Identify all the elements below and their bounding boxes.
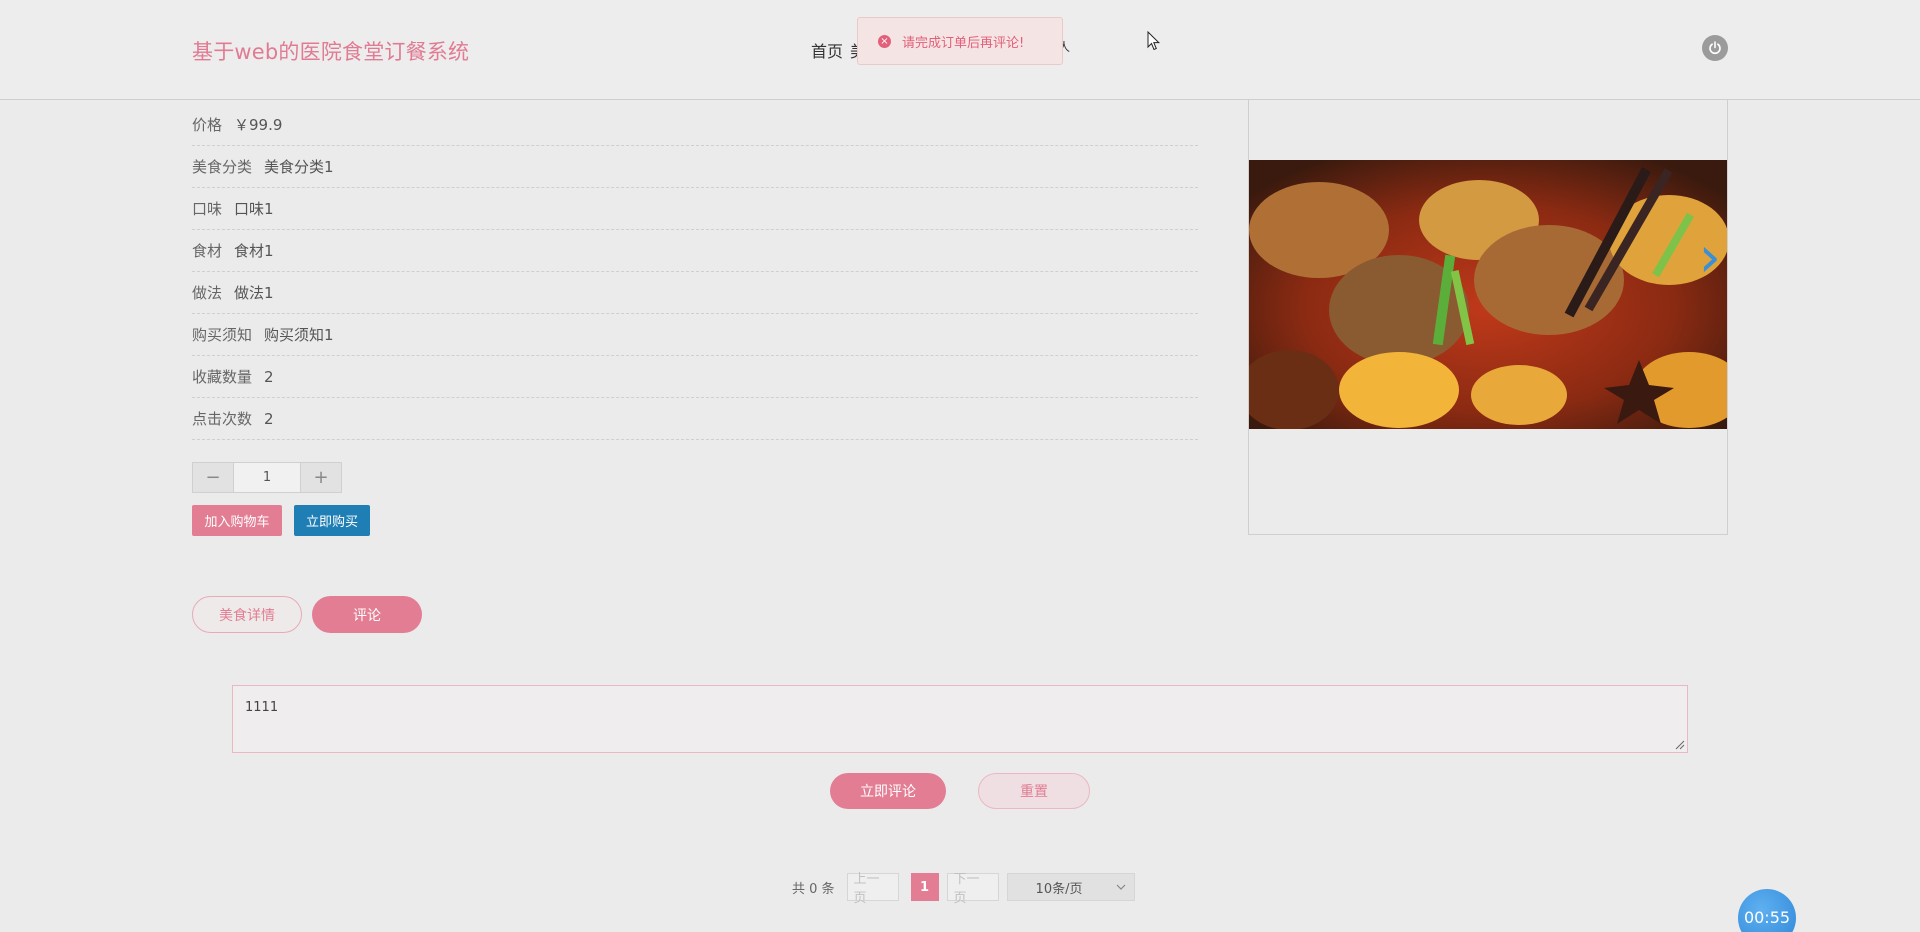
comment-text: 1111 [245,700,279,715]
detail-row-ingredients: 食材 食材1 [192,230,1198,272]
submit-comment-button[interactable]: 立即评论 [830,773,946,809]
site-title[interactable]: 基于web的医院食堂订餐系统 [192,36,469,66]
decrement-button[interactable]: − [193,463,233,492]
chevron-down-icon [1116,884,1125,890]
detail-value: 美食分类1 [264,158,334,176]
mouse-cursor-icon [1147,31,1161,51]
detail-row-price: 价格 ￥99.9 [192,104,1198,146]
page-size-value: 10条/页 [1035,881,1083,897]
detail-label: 做法 [192,284,223,302]
resize-handle-icon[interactable] [1675,740,1685,750]
detail-row-category: 美食分类 美食分类1 [192,146,1198,188]
error-toast: × 请完成订单后再评论! [857,17,1063,65]
tab-food-detail[interactable]: 美食详情 [192,596,302,633]
increment-button[interactable]: + [301,463,341,492]
detail-value: 2 [264,367,274,386]
detail-value: ￥99.9 [234,116,283,134]
detail-label: 价格 [192,116,223,134]
pagination-total: 共 0 条 [792,881,835,897]
detail-label: 食材 [192,242,223,260]
detail-value: 做法1 [234,284,274,302]
quantity-stepper: − + [192,462,342,493]
current-page[interactable]: 1 [910,873,939,901]
detail-label: 购买须知 [192,326,253,344]
timer-badge[interactable]: 00:55 [1738,889,1796,932]
toast-message: 请完成订单后再评论! [902,35,1025,51]
main-nav: 首页 [811,38,843,62]
timer-value: 00:55 [1743,908,1791,927]
detail-label: 口味 [192,200,223,218]
reset-button[interactable]: 重置 [978,773,1090,809]
detail-label: 收藏数量 [192,368,253,386]
page-size-select[interactable]: 10条/页 [1006,873,1135,901]
comment-textarea[interactable]: 1111 [232,685,1688,753]
detail-row-clicks: 点击次数 2 [192,398,1198,440]
food-image-carousel: › [1248,100,1728,535]
detail-value: 2 [264,409,274,428]
logout-button[interactable] [1702,35,1728,61]
detail-label: 美食分类 [192,158,253,176]
detail-value: 口味1 [234,200,274,218]
detail-row-purchase-notes: 购买须知 购买须知1 [192,314,1198,356]
detail-row-favorites: 收藏数量 2 [192,356,1198,398]
prev-page-button[interactable]: 上一页 [846,872,899,906]
tab-comment[interactable]: 评论 [312,596,422,633]
nav-home[interactable]: 首页 [811,38,843,62]
detail-row-method: 做法 做法1 [192,272,1198,314]
detail-row-taste: 口味 口味1 [192,188,1198,230]
power-icon [1709,41,1721,55]
quantity-input[interactable] [233,463,301,492]
next-page-button[interactable]: 下一页 [946,872,999,906]
detail-value: 食材1 [234,242,274,260]
chevron-right-icon[interactable]: › [1699,230,1721,286]
detail-value: 购买须知1 [264,326,334,344]
error-circle-icon: × [878,34,891,48]
detail-label: 点击次数 [192,410,253,428]
food-photo [1249,160,1727,429]
buy-now-button[interactable]: 立即购买 [294,505,370,536]
add-to-cart-button[interactable]: 加入购物车 [192,505,282,536]
pagination: 共 0 条 上一页 1 下一页 10条/页 [792,872,1135,906]
food-image [1249,160,1727,429]
food-detail-list: 价格 ￥99.9 美食分类 美食分类1 口味 口味1 食材 食材1 做法 做法1… [192,104,1198,440]
